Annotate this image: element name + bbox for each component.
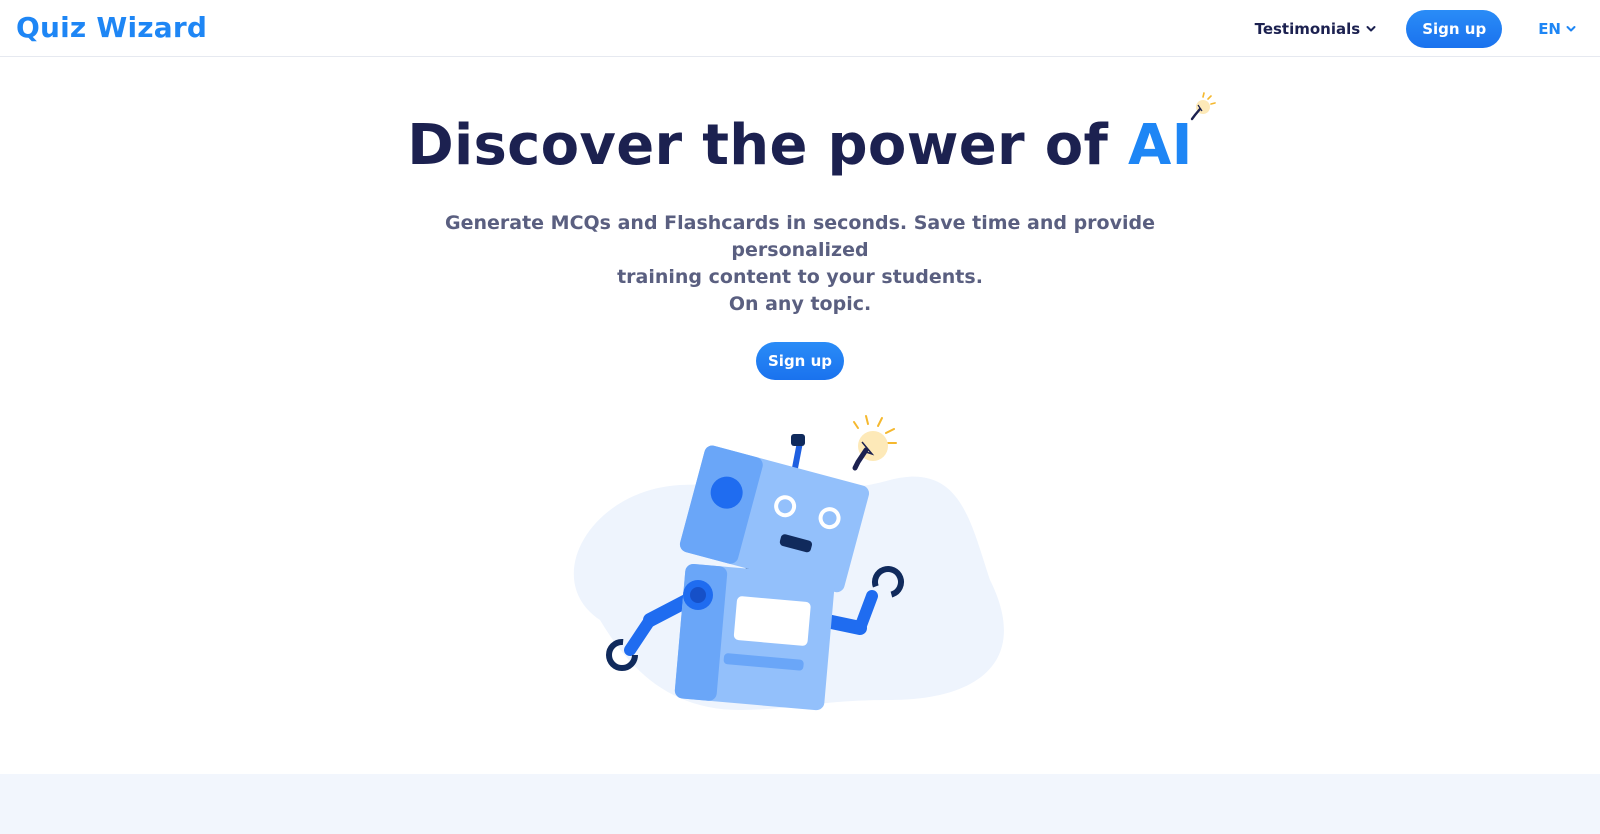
chevron-down-icon <box>1366 26 1376 32</box>
testimonials-label: Testimonials <box>1254 20 1361 38</box>
lightbulb-icon <box>852 415 897 471</box>
nav-right: Testimonials Sign up EN <box>1255 10 1576 48</box>
hero-signup-button[interactable]: Sign up <box>756 342 844 380</box>
top-navbar: Quiz Wizard Testimonials Sign up EN <box>0 0 1600 57</box>
chevron-down-icon <box>1566 26 1576 32</box>
nav-signup-button[interactable]: Sign up <box>1406 10 1503 48</box>
hero-title: Discover the power of AI <box>0 92 1600 178</box>
testimonials-menu[interactable]: Testimonials <box>1255 20 1377 38</box>
language-label: EN <box>1538 20 1561 38</box>
hero-subtitle-line-1: Generate MCQs and Flashcards in seconds.… <box>445 212 1155 261</box>
lightbulb-icon <box>1190 92 1216 121</box>
next-section-band <box>0 774 1600 834</box>
robot-illustration <box>573 415 1004 711</box>
hero-title-main: Discover the power of <box>407 113 1128 178</box>
hero-subtitle-line-2: training content to your students. <box>617 266 983 288</box>
hero-title-accent: AI <box>1128 92 1216 178</box>
hero-subtitle-line-3: On any topic. <box>728 293 872 315</box>
logo[interactable]: Quiz Wizard <box>16 11 207 44</box>
hero-subtitle: Generate MCQs and Flashcards in seconds.… <box>400 210 1200 318</box>
language-selector[interactable]: EN <box>1538 20 1576 38</box>
